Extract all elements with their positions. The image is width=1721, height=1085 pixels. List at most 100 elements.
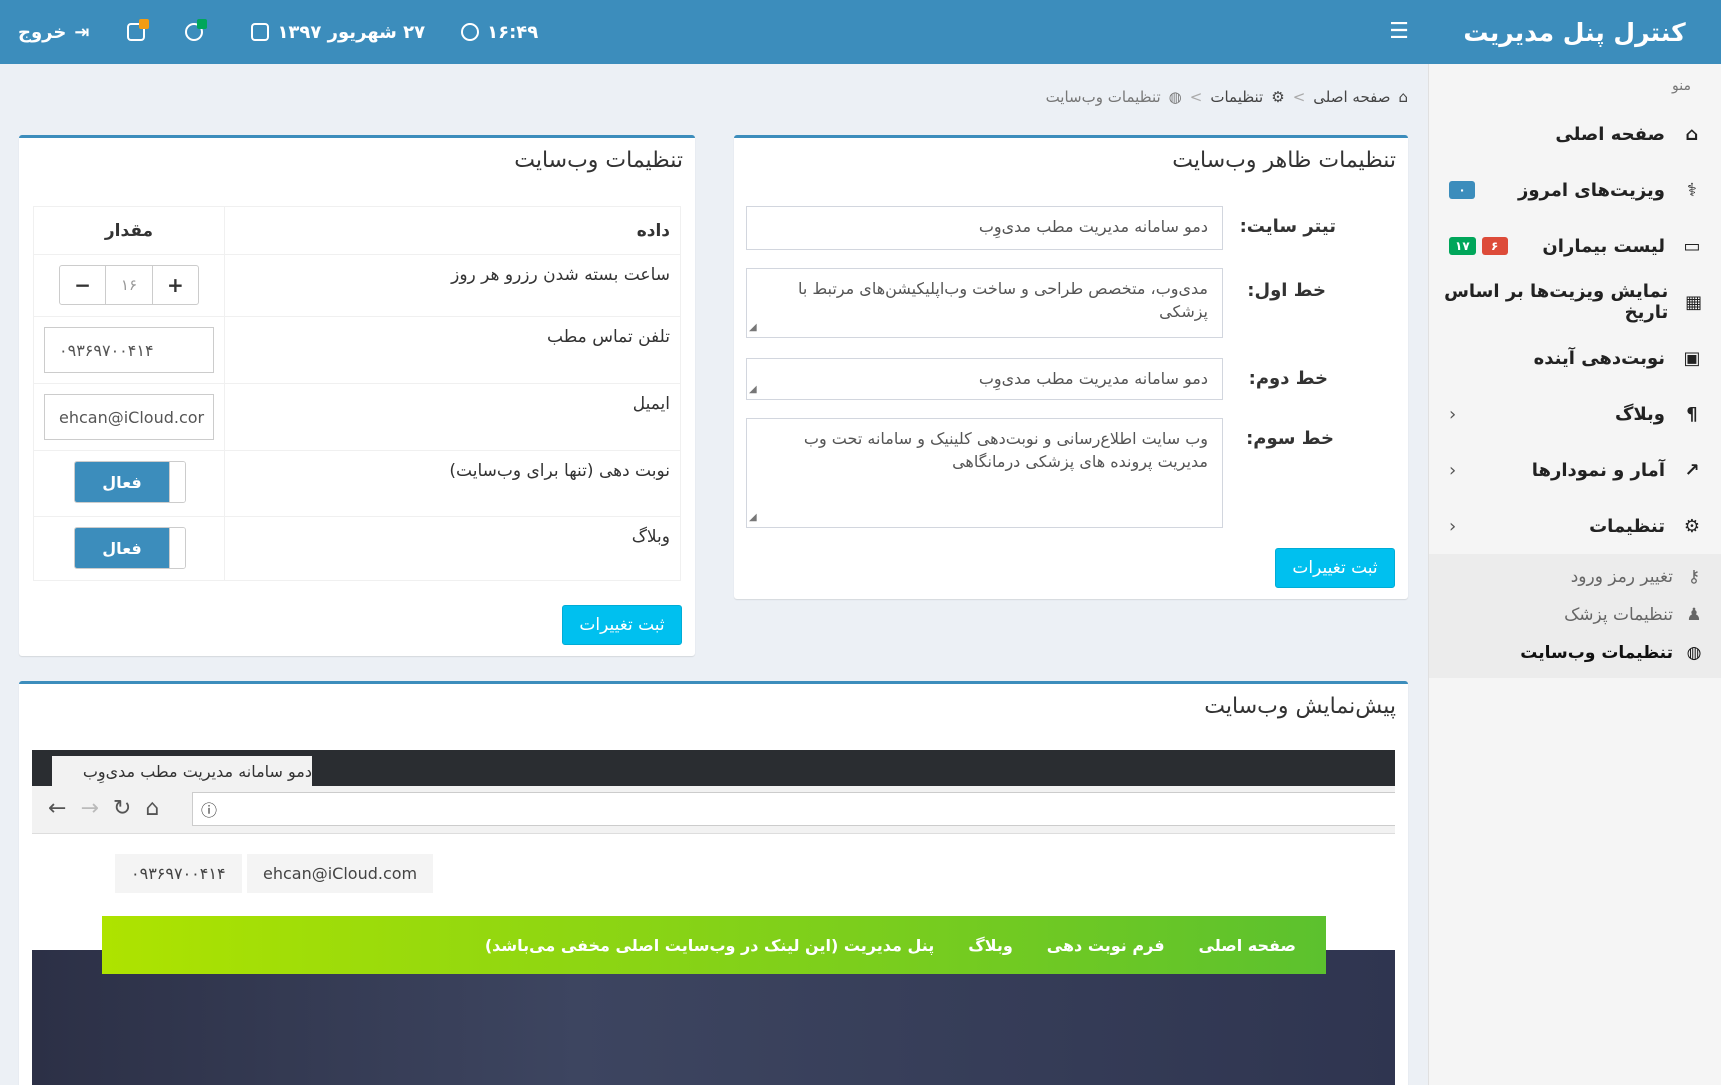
- line3-text: وب سایت اطلاع‌رسانی و نوبت‌دهی کلینیک و …: [803, 429, 1208, 472]
- preview-nav-blog[interactable]: وبلاگ: [968, 936, 1012, 955]
- minus-icon[interactable]: −: [60, 266, 105, 304]
- stethoscope-button[interactable]: [185, 19, 208, 41]
- sidebar-item-visits-by-date[interactable]: ▦ نمایش ویزیت‌ها بر اساس تاریخ: [1429, 274, 1721, 330]
- gear-icon: ⚙: [1683, 515, 1701, 537]
- browser-tab[interactable]: دمو سامانه مدیریت مطب مدی‌وِب: [52, 756, 312, 786]
- save-appearance-button[interactable]: ثبت تغییرات: [1275, 548, 1395, 588]
- calendar-icon: ▦: [1685, 291, 1703, 313]
- blog-toggle[interactable]: فعال: [74, 527, 186, 569]
- col-header-data: داده: [224, 206, 681, 255]
- breadcrumb-settings[interactable]: تنظیمات: [1210, 88, 1263, 106]
- menu-heading: منو: [1672, 78, 1691, 94]
- row-label: نوبت دهی (تنها برای وب‌سایت): [224, 450, 681, 517]
- sign-out-icon: ⇥: [74, 21, 90, 43]
- sidebar-item-label: ویزیت‌های امروز: [1517, 179, 1665, 201]
- website-preview-frame: دمو سامانه مدیریت مطب مدی‌وِب ← → ↻ ⌂ ⓘ …: [32, 750, 1395, 1085]
- stethoscope-icon: [185, 19, 208, 41]
- time-display: ۱۶:۴۹: [461, 22, 538, 43]
- sidebar-subitem-doctor-settings[interactable]: ♟ تنظیمات پزشک: [1429, 596, 1721, 634]
- line1-textarea[interactable]: مدی‌وب، متخصص طراحی و ساخت وب‌اپلیکیشن‌ه…: [746, 268, 1223, 338]
- back-arrow-icon[interactable]: ←: [48, 796, 66, 821]
- line2-textarea[interactable]: دمو سامانه مدیریت مطب مدی‌وِب ◢: [746, 358, 1223, 400]
- reload-icon[interactable]: ↻: [113, 796, 131, 821]
- phone-input[interactable]: ۰۹۳۶۹۷۰۰۴۱۴: [44, 327, 214, 373]
- col-header-value: مقدار: [33, 206, 225, 255]
- logout-link[interactable]: ⇥ خروج: [18, 22, 89, 43]
- sidebar-item-stats[interactable]: ↗ آمار و نمودارها ‹: [1429, 442, 1721, 498]
- row-value-cell: فعال: [33, 450, 225, 517]
- preview-nav-admin-panel[interactable]: پنل مدیریت (این لینک در وب‌سایت اصلی مخف…: [485, 936, 934, 955]
- breadcrumb-separator: >: [1292, 88, 1306, 106]
- date-display: ۲۷ شهریور ۱۳۹۷: [251, 22, 425, 43]
- globe-icon: ◍: [1168, 88, 1182, 106]
- sidebar-subitem-label: تنظیمات وب‌سایت: [1520, 643, 1673, 663]
- badges: ۱۷ ۶: [1449, 237, 1508, 255]
- sidebar-subitem-change-password[interactable]: ⚷ تغییر رمز ورود: [1429, 558, 1721, 596]
- breadcrumb-separator: >: [1189, 88, 1203, 106]
- top-navbar: کنترل پنل مدیریت ☰ ⇥ خروج ۲۷ شهریور ۱۳۹۷…: [0, 0, 1721, 64]
- appointments-toggle[interactable]: فعال: [74, 461, 186, 503]
- sidebar-item-patients[interactable]: ▭ لیست بیماران ۱۷ ۶: [1429, 218, 1721, 274]
- sidebar-item-settings[interactable]: ⚙ تنظیمات ‹: [1429, 498, 1721, 554]
- clock-icon: [461, 23, 480, 41]
- sidebar: منو ⌂ صفحه اصلی ⚕ ویزیت‌های امروز ۰ ▭ لی…: [1428, 64, 1721, 1085]
- browser-nav-buttons: ← → ↻ ⌂: [48, 796, 159, 821]
- sidebar-toggle-icon[interactable]: ☰: [1385, 18, 1413, 46]
- chevron-left-icon: ‹: [1449, 459, 1457, 481]
- sidebar-item-future-appointments[interactable]: ▣ نوبت‌دهی آینده: [1429, 330, 1721, 386]
- row-label: ساعت بسته شدن رزرو هر روز: [224, 254, 681, 317]
- row-label: ایمیل: [224, 383, 681, 451]
- chevron-left-icon: ‹: [1449, 515, 1457, 537]
- sidebar-item-blog[interactable]: ¶ وبلاگ ‹: [1429, 386, 1721, 442]
- site-title-input[interactable]: دمو سامانه مدیریت مطب مدی‌وِب: [746, 206, 1223, 250]
- resize-handle-icon[interactable]: ◢: [749, 321, 757, 336]
- address-bar[interactable]: ⓘ: [192, 792, 1395, 826]
- sidebar-item-home[interactable]: ⌂ صفحه اصلی: [1429, 106, 1721, 162]
- table-row: ایمیل ehcan@iCloud.cor: [33, 383, 681, 451]
- logout-label: خروج: [18, 21, 67, 43]
- stepper-value[interactable]: ۱۶: [105, 266, 153, 304]
- gear-icon: ⚙: [1271, 88, 1285, 106]
- row-value-cell: فعال: [33, 516, 225, 581]
- sidebar-item-label: نوبت‌دهی آینده: [1533, 347, 1665, 369]
- sidebar-item-label: آمار و نمودارها: [1531, 459, 1665, 481]
- breadcrumb-current: تنظیمات وب‌سایت: [1045, 88, 1161, 106]
- navbar-right-items: ⇥ خروج ۲۷ شهریور ۱۳۹۷ ۱۶:۴۹: [18, 0, 578, 64]
- date-text: ۲۷ شهریور ۱۳۹۷: [277, 21, 426, 43]
- sidebar-item-label: نمایش ویزیت‌ها بر اساس تاریخ: [1444, 281, 1669, 323]
- breadcrumb: ⌂ صفحه اصلی > ⚙ تنظیمات > ◍ تنظیمات وب‌س…: [1046, 88, 1408, 106]
- plus-icon[interactable]: +: [153, 266, 198, 304]
- sidebar-subitem-label: تغییر رمز ورود: [1570, 567, 1673, 587]
- calendar-check-icon: [127, 19, 150, 41]
- info-icon: ⓘ: [201, 801, 218, 820]
- table-row: تلفن تماس مطب ۰۹۳۶۹۷۰۰۴۱۴: [33, 316, 681, 384]
- home-icon: ⌂: [1685, 123, 1699, 145]
- forward-arrow-icon[interactable]: →: [80, 796, 98, 821]
- line3-textarea[interactable]: وب سایت اطلاع‌رسانی و نوبت‌دهی کلینیک و …: [746, 418, 1223, 528]
- time-text: ۱۶:۴۹: [487, 21, 539, 43]
- line2-text: دمو سامانه مدیریت مطب مدی‌وِب: [978, 369, 1208, 388]
- home-icon: ⌂: [1398, 88, 1408, 106]
- sidebar-subitem-label: تنظیمات پزشک: [1564, 605, 1673, 625]
- row-value-cell: ehcan@iCloud.cor: [33, 383, 225, 451]
- home-icon[interactable]: ⌂: [145, 796, 159, 821]
- sidebar-item-today-visits[interactable]: ⚕ ویزیت‌های امروز ۰: [1429, 162, 1721, 218]
- box-title: تنظیمات وب‌سایت: [514, 148, 683, 173]
- preview-nav-home[interactable]: صفحه اصلی: [1199, 936, 1296, 955]
- preview-nav-appointment-form[interactable]: فرم نوبت دهی: [1047, 936, 1165, 955]
- brand-logo[interactable]: کنترل پنل مدیریت: [1428, 0, 1721, 64]
- email-input[interactable]: ehcan@iCloud.cor: [44, 394, 214, 440]
- breadcrumb-home[interactable]: صفحه اصلی: [1313, 88, 1390, 106]
- calendar-icon: [251, 23, 270, 41]
- save-settings-button[interactable]: ثبت تغییرات: [562, 605, 682, 645]
- calendar-plus-icon: ▣: [1683, 347, 1701, 369]
- resize-handle-icon[interactable]: ◢: [749, 383, 757, 398]
- calendar-check-button[interactable]: [127, 19, 150, 41]
- key-icon: ⚷: [1687, 567, 1701, 587]
- row-value-cell: ۰۹۳۶۹۷۰۰۴۱۴: [33, 316, 225, 384]
- user-doctor-icon: ♟: [1686, 605, 1702, 625]
- sidebar-subitem-website-settings[interactable]: ◍ تنظیمات وب‌سایت: [1429, 634, 1721, 672]
- quantity-stepper[interactable]: − ۱۶ +: [59, 265, 199, 305]
- sidebar-item-label: صفحه اصلی: [1555, 123, 1665, 145]
- resize-handle-icon[interactable]: ◢: [749, 511, 757, 526]
